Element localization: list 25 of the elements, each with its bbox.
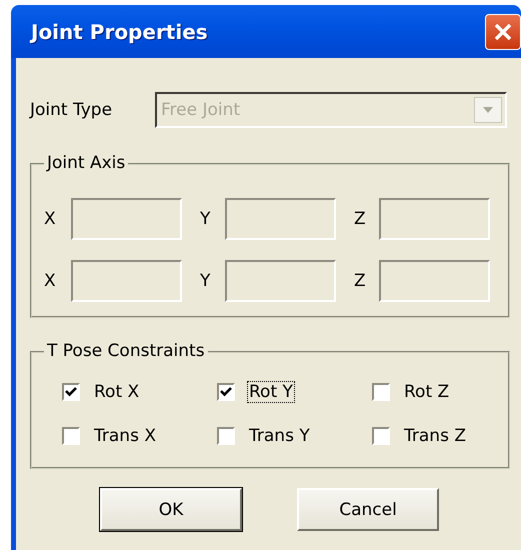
caret-down-icon <box>483 107 493 113</box>
checkbox-label: Rot Z <box>403 381 450 403</box>
close-button[interactable] <box>485 14 521 50</box>
axis-label: Z <box>354 209 367 229</box>
group-title: Joint Axis <box>44 152 128 174</box>
checkbox-label: Rot Y <box>247 381 295 403</box>
checkbox[interactable] <box>372 383 390 401</box>
checkbox[interactable] <box>217 427 235 445</box>
checkbox[interactable] <box>62 427 80 445</box>
axis-label: Y <box>200 209 212 229</box>
axis-label: X <box>44 209 57 229</box>
window-title: Joint Properties <box>31 20 208 44</box>
cancel-button[interactable]: Cancel <box>297 488 439 531</box>
checkbox-label: Trans Z <box>403 425 467 447</box>
ok-button[interactable]: OK <box>100 488 242 531</box>
checkbox-label: Rot X <box>93 381 140 403</box>
checkbox[interactable] <box>62 383 80 401</box>
joint-type-label: Joint Type <box>30 100 114 120</box>
checkbox[interactable] <box>217 383 235 401</box>
axis-label: Z <box>354 271 367 291</box>
axis-label: X <box>44 271 57 291</box>
checkbox[interactable] <box>372 427 390 445</box>
axis-label: Y <box>200 271 212 291</box>
checkbox-label: Trans X <box>93 425 157 447</box>
checkbox-label: Trans Y <box>248 425 311 447</box>
